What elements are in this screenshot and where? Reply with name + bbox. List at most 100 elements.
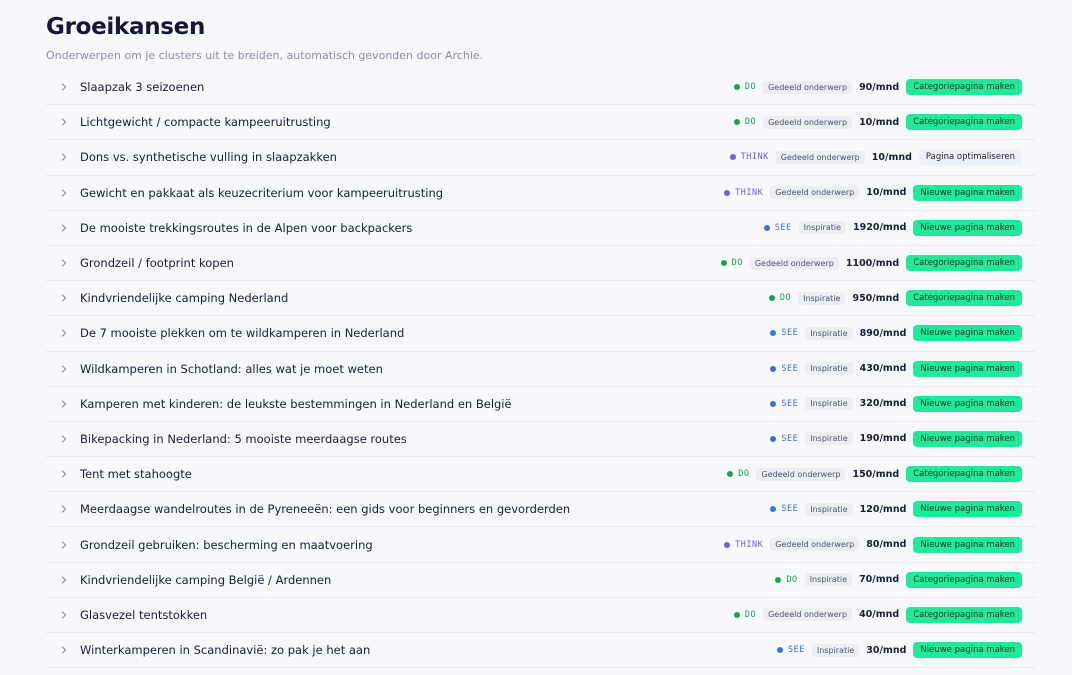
- row-meta: DO Gedeeld onderwerp 150/mnd Categoriepa…: [727, 466, 1022, 483]
- search-volume: 890/mnd: [859, 327, 907, 339]
- action-button[interactable]: Nieuwe pagina maken: [913, 184, 1022, 201]
- action-button[interactable]: Categoriepagina maken: [906, 114, 1022, 131]
- phase-indicator: SEE: [777, 645, 805, 655]
- topic-tag: Gedeeld onderwerp: [770, 538, 860, 552]
- chevron-right-icon[interactable]: [60, 329, 68, 338]
- chevron-right-icon[interactable]: [60, 189, 68, 197]
- list-item[interactable]: Grondzeil gebruiken: bescherming en maat…: [46, 527, 1035, 563]
- action-button[interactable]: Categoriepagina maken: [906, 606, 1022, 623]
- list-item[interactable]: Wildkamperen in Schotland: alles wat je …: [46, 352, 1035, 387]
- row-title: Slaapzak 3 seizoenen: [80, 80, 205, 95]
- list-item[interactable]: Kindvriendelijke camping België / Ardenn…: [46, 563, 1035, 598]
- list-item[interactable]: Grondzeil / footprint kopen DO Gedeeld o…: [46, 246, 1035, 282]
- phase-indicator: THINK: [724, 540, 763, 550]
- chevron-right-icon[interactable]: [60, 83, 68, 91]
- action-button[interactable]: Pagina optimaliseren: [918, 149, 1022, 166]
- list-item[interactable]: Meerdaagse wandelroutes in de Pyreneeën:…: [46, 492, 1035, 528]
- chevron-right-icon[interactable]: [60, 364, 68, 373]
- row-meta: SEE Inspiratie 320/mnd Nieuwe pagina mak…: [770, 395, 1022, 412]
- dot-icon: [770, 435, 777, 442]
- list-item[interactable]: De 7 mooiste plekken om te wildkamperen …: [46, 316, 1035, 352]
- action-button[interactable]: Nieuwe pagina maken: [913, 536, 1022, 553]
- row-title: Wildkamperen in Schotland: alles wat je …: [80, 361, 383, 376]
- action-button[interactable]: Categoriepagina maken: [906, 79, 1022, 96]
- list-item[interactable]: Bikepacking in Nederland: 5 mooiste meer…: [46, 422, 1035, 458]
- chevron-right-icon[interactable]: [60, 646, 68, 654]
- dot-icon: [763, 224, 770, 231]
- chevron-right-icon[interactable]: [60, 540, 68, 549]
- action-button[interactable]: Nieuwe pagina maken: [913, 430, 1022, 447]
- topic-tag: Gedeeld onderwerp: [749, 256, 839, 270]
- action-button[interactable]: Nieuwe pagina maken: [913, 219, 1022, 236]
- list-item[interactable]: Kindvriendelijke camping Nederland DO In…: [46, 281, 1035, 317]
- topic-tag: Inspiratie: [798, 221, 847, 235]
- search-volume: 950/mnd: [852, 292, 900, 304]
- action-button[interactable]: Categoriepagina maken: [906, 466, 1022, 483]
- action-button[interactable]: Categoriepagina maken: [906, 255, 1022, 272]
- phase-indicator: DO: [768, 293, 791, 303]
- chevron-right-icon[interactable]: [60, 294, 68, 302]
- row-title: Tent met stahoogte: [80, 467, 192, 482]
- list-item[interactable]: Lichtgewicht / compacte kampeeruitrustin…: [46, 105, 1035, 141]
- phase-label: SEE: [781, 433, 799, 444]
- chevron-right-icon[interactable]: [60, 611, 68, 619]
- page-title: Groeikansen: [46, 14, 206, 40]
- topic-tag: Gedeeld onderwerp: [763, 115, 853, 129]
- search-volume: 120/mnd: [859, 503, 907, 515]
- list-item[interactable]: Gewicht en pakkaat als keuzecriterium vo…: [46, 176, 1035, 211]
- chevron-right-icon[interactable]: [60, 153, 68, 162]
- topic-tag: Inspiratie: [805, 326, 853, 340]
- action-button[interactable]: Nieuwe pagina maken: [913, 501, 1022, 518]
- row-meta: DO Inspiratie 70/mnd Categoriepagina mak…: [775, 571, 1022, 588]
- action-button[interactable]: Categoriepagina maken: [906, 571, 1022, 588]
- chevron-right-icon[interactable]: [60, 470, 68, 478]
- phase-label: THINK: [735, 187, 764, 198]
- list-item[interactable]: Tent met stahoogte DO Gedeeld onderwerp …: [46, 457, 1035, 493]
- chevron-right-icon[interactable]: [60, 576, 68, 584]
- list-item[interactable]: Slaapzak 3 seizoenen DO Gedeeld onderwer…: [46, 70, 1035, 106]
- chevron-right-icon[interactable]: [60, 224, 68, 232]
- action-button[interactable]: Nieuwe pagina maken: [913, 360, 1022, 377]
- phase-label: SEE: [781, 328, 799, 339]
- dot-icon: [727, 471, 734, 478]
- search-volume: 10/mnd: [859, 116, 900, 128]
- chevron-right-icon[interactable]: [60, 118, 68, 126]
- phase-indicator: SEE: [763, 223, 792, 233]
- chevron-right-icon[interactable]: [60, 505, 68, 513]
- dot-icon: [770, 330, 777, 337]
- row-meta: SEE Inspiratie 120/mnd Nieuwe pagina mak…: [770, 501, 1022, 518]
- list-item[interactable]: Dons vs. synthetische vulling in slaapza…: [46, 140, 1035, 176]
- row-title: Lichtgewicht / compacte kampeeruitrustin…: [80, 115, 331, 130]
- action-button[interactable]: Nieuwe pagina maken: [913, 395, 1022, 412]
- action-button[interactable]: Nieuwe pagina maken: [913, 642, 1022, 659]
- dot-icon: [777, 647, 783, 654]
- phase-indicator: SEE: [770, 399, 798, 409]
- row-title: De mooiste trekkingsroutes in de Alpen v…: [80, 220, 413, 235]
- list-item[interactable]: Winterkamperen in Scandinavië: zo pak je…: [46, 633, 1035, 669]
- action-button[interactable]: Categoriepagina maken: [906, 290, 1022, 307]
- chevron-right-icon[interactable]: [60, 435, 68, 443]
- dot-icon: [724, 189, 731, 196]
- phase-indicator: SEE: [770, 328, 798, 338]
- page-subtitle: Onderwerpen om je clusters uit te breide…: [46, 49, 484, 62]
- action-button[interactable]: Nieuwe pagina maken: [913, 325, 1022, 342]
- topic-tag: Inspiratie: [804, 573, 853, 587]
- dot-icon: [770, 506, 777, 513]
- search-volume: 30/mnd: [866, 644, 907, 656]
- chevron-right-icon[interactable]: [60, 259, 68, 267]
- row-title: Dons vs. synthetische vulling in slaapza…: [80, 150, 337, 165]
- list-item[interactable]: Kamperen met kinderen: de leukste bestem…: [46, 387, 1035, 422]
- chevron-right-icon[interactable]: [60, 400, 68, 408]
- row-meta: SEE Inspiratie 890/mnd Nieuwe pagina mak…: [770, 325, 1022, 342]
- search-volume: 80/mnd: [866, 539, 907, 551]
- row-meta: THINK Gedeeld onderwerp 10/mnd Pagina op…: [729, 149, 1022, 166]
- row-meta: SEE Inspiratie 1920/mnd Nieuwe pagina ma…: [763, 219, 1022, 236]
- list-item[interactable]: De mooiste trekkingsroutes in de Alpen v…: [46, 211, 1035, 246]
- dot-icon: [724, 541, 731, 548]
- phase-label: SEE: [788, 645, 805, 656]
- row-title: Kamperen met kinderen: de leukste bestem…: [80, 396, 512, 411]
- row-meta: THINK Gedeeld onderwerp 80/mnd Nieuwe pa…: [724, 536, 1022, 553]
- dot-icon: [733, 84, 740, 91]
- topic-tag: Inspiratie: [805, 362, 853, 376]
- list-item[interactable]: Glasvezel tentstokken DO Gedeeld onderwe…: [46, 598, 1035, 633]
